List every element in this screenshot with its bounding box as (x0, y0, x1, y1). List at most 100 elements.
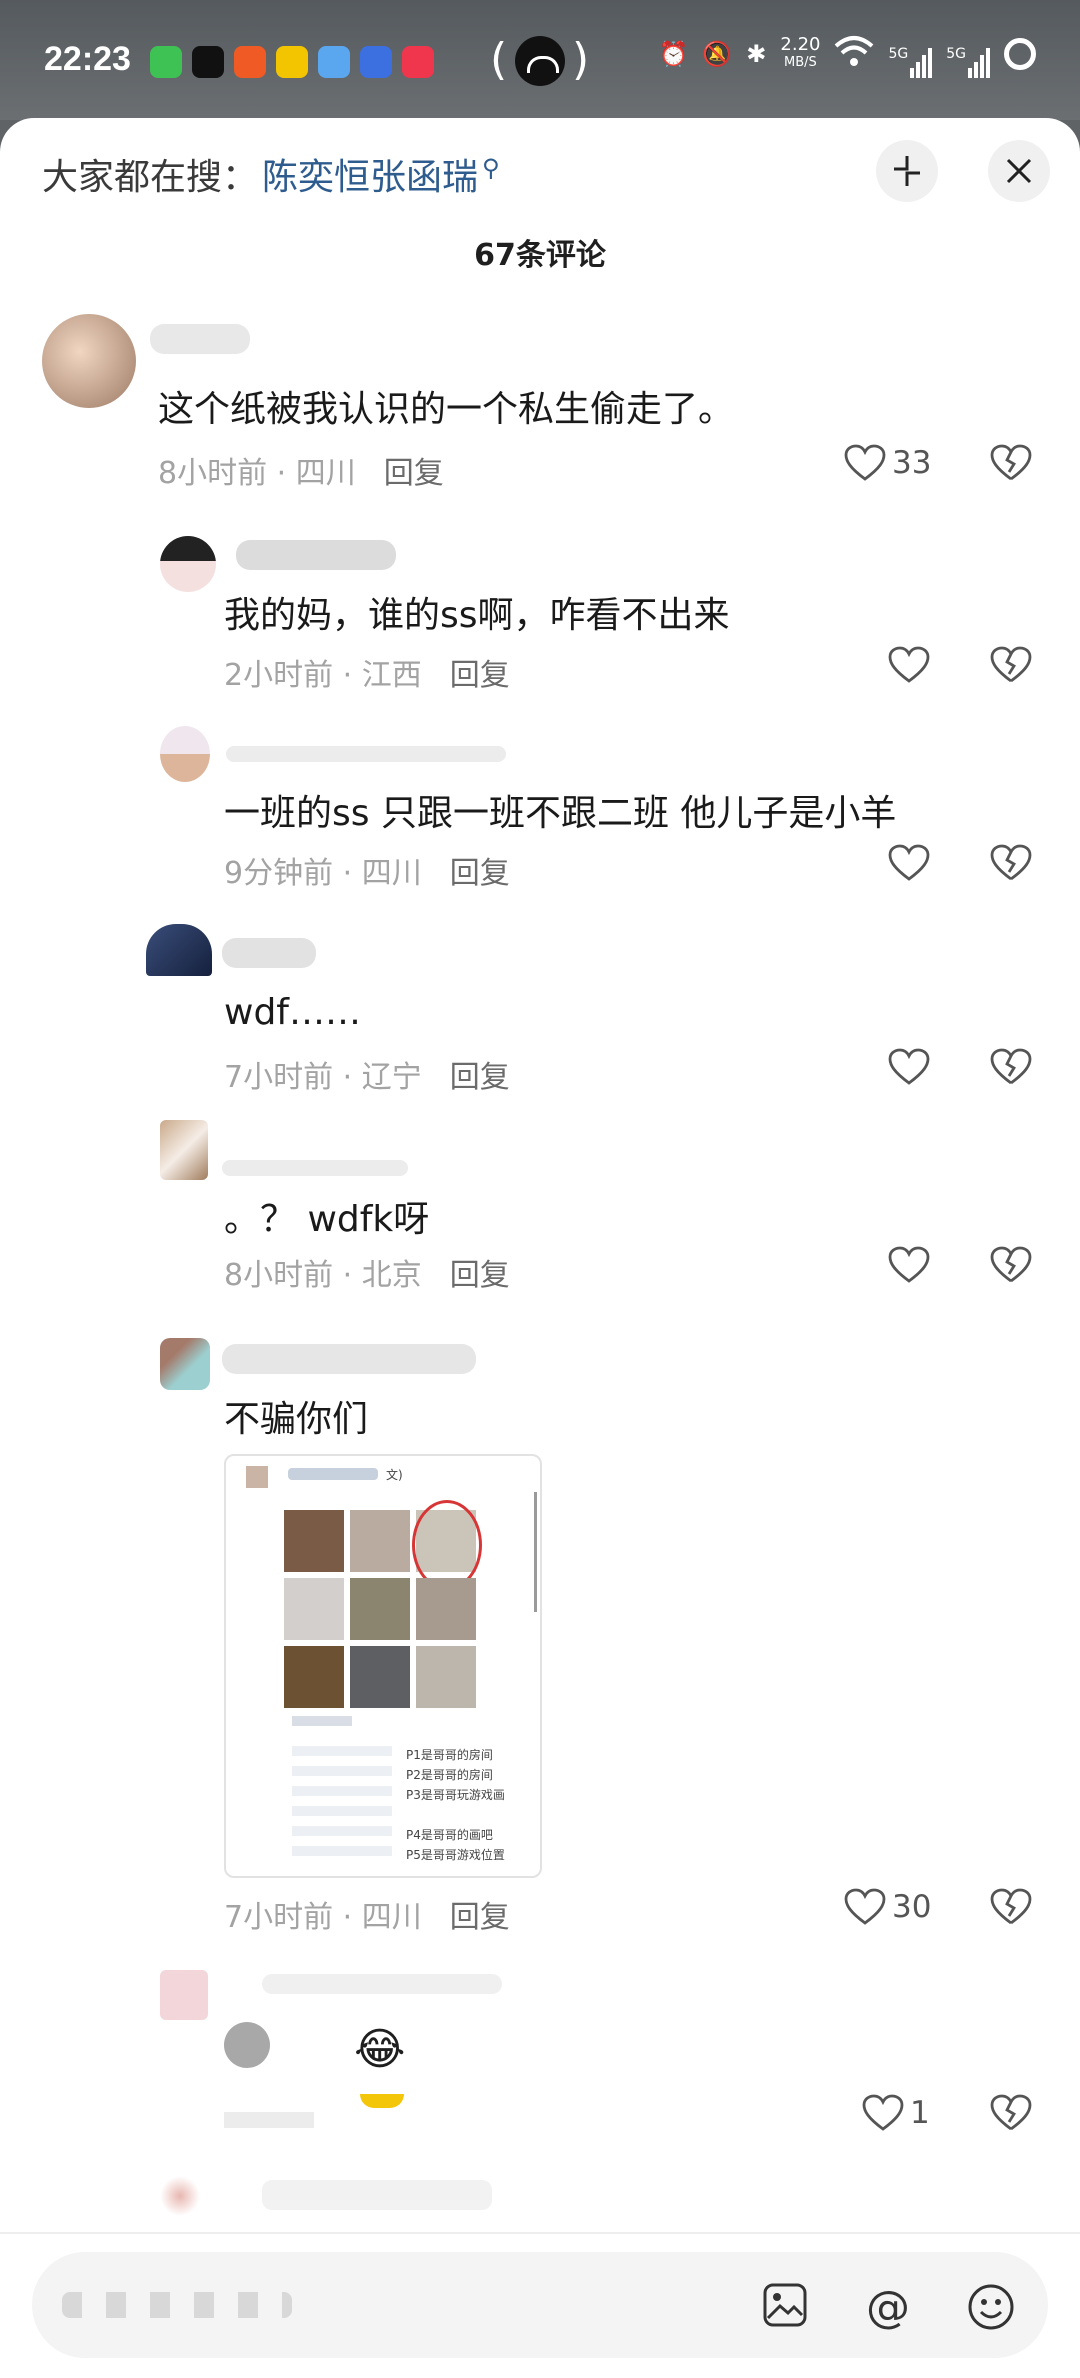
net-speed-value: 2.20 (780, 34, 821, 55)
username-blurred[interactable] (222, 1344, 476, 1374)
broken-heart-icon (990, 844, 1032, 881)
alarm-icon: ⏰ (658, 40, 689, 68)
reply-button[interactable]: 回复 (450, 1258, 510, 1293)
comment-item: 不骗你们 文) P1是哥哥的房间 P2是哥哥的房间 P3是哥哥玩游戏画 P4是哥… (0, 1330, 1080, 1950)
qq-icon (276, 46, 308, 78)
photo-6 (416, 1578, 476, 1640)
signal-1-label: 5G (888, 46, 909, 62)
like-button[interactable]: 33 (844, 444, 931, 482)
comment-meta: 9分钟前 · 四川 回复 (224, 848, 510, 892)
next-comment-name-blur (262, 2180, 492, 2210)
dislike-button[interactable] (990, 2094, 1032, 2136)
avatar[interactable] (146, 924, 212, 976)
broken-heart-icon (990, 646, 1032, 683)
comment-text: wdf…… (224, 992, 361, 1033)
comment-meta: 8小时前 · 北京 回复 (224, 1250, 510, 1294)
next-comment-avatar (160, 2176, 200, 2216)
tieba-icon (360, 46, 392, 78)
signal-icon-2: 5G (946, 46, 990, 78)
like-button[interactable] (888, 646, 936, 684)
comment-meta: 8小时前 · 四川 回复 (158, 448, 444, 492)
reply-button[interactable]: 回复 (450, 1900, 510, 1935)
comment-input-bar: @ (0, 2232, 1080, 2378)
close-button[interactable] (988, 140, 1050, 202)
photo-4 (284, 1578, 344, 1640)
status-bar: 22:23 ( ) ⏰ 🔕 ✱ 2.20 MB/S 5G 5G (0, 0, 1080, 120)
like-button[interactable] (888, 1048, 936, 1086)
avatar[interactable] (160, 1120, 208, 1180)
mute-icon: 🔕 (702, 40, 733, 68)
image-caption-p2: P2是哥哥的房间 (406, 1768, 493, 1782)
photo-9 (416, 1646, 476, 1708)
search-keyword-link[interactable]: 陈奕恒张函瑞 (262, 157, 478, 198)
username-blurred[interactable] (150, 324, 250, 354)
image-caption-p1: P1是哥哥的房间 (406, 1748, 493, 1762)
like-count: 30 (892, 1889, 932, 1925)
like-button[interactable]: 30 (844, 1888, 931, 1926)
heart-icon (888, 646, 930, 683)
collapse-button[interactable] (876, 140, 938, 202)
reply-button[interactable]: 回复 (450, 658, 510, 693)
image-caption-p4: P4是哥哥的画吧 (406, 1828, 493, 1842)
search-suggestion[interactable]: 大家都在搜： 陈奕恒张函瑞 ⚲ (42, 148, 500, 200)
avatar[interactable] (42, 314, 136, 408)
signal-2-label: 5G (946, 46, 966, 62)
avatar[interactable] (160, 1338, 210, 1390)
image-tag: 文) (386, 1468, 403, 1482)
laughing-emoji-icon: 😂 (354, 2024, 406, 2075)
comment-image[interactable]: 文) P1是哥哥的房间 P2是哥哥的房间 P3是哥哥玩游戏画 P4是哥哥的画吧 … (224, 1454, 542, 1878)
mention-button[interactable]: @ (864, 2282, 914, 2334)
like-button[interactable] (888, 1246, 936, 1284)
avatar[interactable] (160, 536, 216, 592)
broken-heart-icon (990, 2094, 1032, 2131)
username-blurred[interactable] (222, 1160, 408, 1176)
reply-button[interactable]: 回复 (384, 456, 444, 491)
broken-heart-icon (990, 1048, 1032, 1085)
dislike-button[interactable] (990, 1888, 1032, 1930)
reply-button[interactable]: 回复 (450, 1060, 510, 1095)
comment-text: 一班的ss 只跟一班不跟二班 他儿子是小羊 (224, 793, 897, 834)
like-button[interactable] (888, 844, 936, 882)
heart-icon (888, 1048, 930, 1085)
taobao-icon (234, 46, 266, 78)
avatar[interactable] (160, 1970, 208, 2020)
heart-icon (888, 1246, 930, 1283)
placeholder-blur (62, 2292, 292, 2318)
comment-input[interactable]: @ (32, 2252, 1048, 2358)
dislike-button[interactable] (990, 1048, 1032, 1090)
image-caption-p5: P5是哥哥游戏位置 (406, 1848, 505, 1862)
avatar[interactable] (160, 726, 210, 782)
dislike-button[interactable] (990, 646, 1032, 688)
emoji-button[interactable] (966, 2282, 1016, 2336)
wechat-icon (150, 46, 182, 78)
heart-icon (844, 1888, 886, 1925)
like-button[interactable]: 1 (862, 2094, 930, 2132)
username-blurred[interactable] (222, 938, 316, 968)
image-avatar (246, 1466, 268, 1488)
username-blurred[interactable] (262, 1974, 502, 1994)
image-caption-blur-left (292, 1746, 392, 1856)
search-prefix: 大家都在搜： (42, 157, 259, 198)
dislike-button[interactable] (990, 844, 1032, 886)
comment-item: 。？ wdfk呀 8小时前 · 北京 回复 (0, 1120, 1080, 1300)
heart-icon (888, 844, 930, 881)
collapse-icon (894, 156, 920, 186)
comment-time-location: 8小时前 · 北京 (224, 1258, 422, 1293)
dislike-button[interactable] (990, 444, 1032, 486)
comment-text: 。？ wdfk呀 (224, 1199, 430, 1240)
search-icon: ⚲ (482, 154, 500, 182)
comment-text: 不骗你们 (224, 1399, 369, 1440)
xiaohongshu-icon (402, 46, 434, 78)
status-time: 22:23 (44, 40, 131, 78)
comment-meta: 7小时前 · 四川 回复 (224, 1892, 510, 1936)
comment-text: 这个纸被我认识的一个私生偷走了。 (158, 389, 735, 430)
smiley-icon (968, 2284, 1014, 2330)
broken-heart-icon (990, 1246, 1032, 1283)
comment-meta: 2小时前 · 江西 回复 (224, 650, 510, 694)
image-picker-button[interactable] (762, 2282, 808, 2332)
username-blurred[interactable] (226, 746, 506, 762)
username-blurred[interactable] (236, 540, 396, 570)
reply-button[interactable]: 回复 (450, 856, 510, 891)
dislike-button[interactable] (990, 1246, 1032, 1288)
photo-7 (284, 1646, 344, 1708)
